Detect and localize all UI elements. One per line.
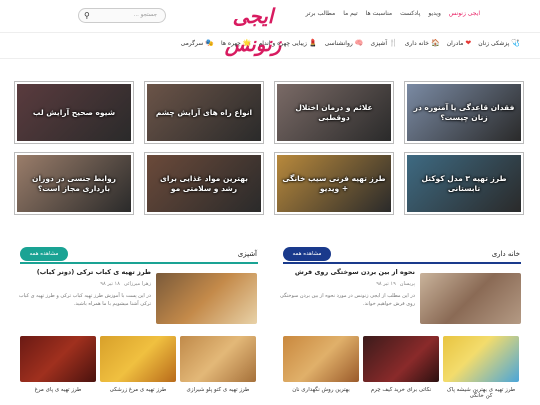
- thumbnail-caption[interactable]: طرز تهیه ی پای مرغ: [20, 387, 96, 393]
- author-label: زهرا میرزائی: [123, 281, 151, 287]
- category-label: آشپزی: [370, 39, 387, 47]
- divider: [0, 32, 540, 33]
- top-nav-item[interactable]: تیم ما: [343, 10, 357, 17]
- thumbnail-caption[interactable]: بهترین روش نگهداری نان: [283, 387, 359, 393]
- top-nav-item[interactable]: ویدیو: [428, 10, 441, 17]
- brain-icon: 🧠: [354, 39, 364, 47]
- tile-title: فقدان قاعدگی یا آمنوره در زنان چیست؟: [413, 102, 515, 122]
- thumbnail-caption[interactable]: طرز تهیه ی بهترین شیشه پاک کن خانگی: [443, 387, 519, 399]
- category-label: پزشکی زنان: [478, 39, 510, 47]
- thumbnail-caption[interactable]: طرز تهیه ی مرغ زرشکی: [100, 387, 176, 393]
- view-all-housekeeping-button[interactable]: مشاهده همه: [283, 247, 331, 261]
- post-thumbnail[interactable]: [180, 336, 256, 382]
- section-title-cooking[interactable]: آشپزی: [238, 250, 257, 258]
- search-box[interactable]: جستجو ... ⚲: [78, 8, 166, 23]
- category-label: زیبایی چهره و اندام: [258, 39, 307, 47]
- category-label: خانه داری: [404, 39, 429, 47]
- post-thumbnail[interactable]: [363, 336, 439, 382]
- featured-tile[interactable]: فقدان قاعدگی یا آمنوره در زنان چیست؟: [404, 81, 524, 144]
- lipstick-icon: 💄: [308, 39, 318, 47]
- cutlery-icon: 🍴: [388, 39, 398, 47]
- category-item-women-health[interactable]: 🩺 پزشکی زنان: [478, 39, 520, 47]
- section-underline: [20, 262, 258, 264]
- category-item-fun[interactable]: 🎭 سرگرمی: [181, 39, 214, 47]
- featured-tile[interactable]: روابط جنسی در دوران بارداری مجاز است؟: [14, 152, 134, 215]
- date-label: ۱۹ تیر ۹۸: [376, 281, 396, 287]
- author-label: پریسان: [399, 281, 415, 287]
- featured-tile[interactable]: علائم و درمان اختلال دوقطبی: [274, 81, 394, 144]
- site-logo[interactable]: ایجی زنونس: [218, 2, 288, 56]
- tile-title: علائم و درمان اختلال دوقطبی: [295, 102, 373, 122]
- thumbnail-caption[interactable]: طرز تهیه ی کتو پلو شیرازی: [180, 387, 256, 393]
- heart-icon: ❤: [465, 39, 472, 47]
- post-meta: زهرا میرزائی ۱۸ تیر ۹۸: [100, 281, 151, 287]
- category-item-psychology[interactable]: 🧠 روانشناسی: [325, 39, 364, 47]
- featured-tile[interactable]: انواع راه های آرایش چشم: [144, 81, 264, 144]
- category-label: مادران: [446, 39, 464, 47]
- tile-title: روابط جنسی در دوران بارداری مجاز است؟: [32, 173, 116, 193]
- section-underline: [283, 262, 521, 264]
- category-label: چهره ها: [221, 39, 241, 47]
- top-nav-item[interactable]: مناسبت ها: [366, 10, 392, 17]
- category-label: روانشناسی: [324, 39, 353, 47]
- house-icon: 🏠: [430, 39, 440, 47]
- search-input[interactable]: جستجو ...: [134, 12, 157, 18]
- tile-title: شیوه صحیح آرایش لب: [32, 107, 116, 117]
- featured-image-kebab[interactable]: [156, 273, 257, 324]
- tile-title: طرز تهیه فرنی سیب خانگی + ویدیو: [282, 173, 386, 193]
- post-thumbnail[interactable]: [283, 336, 359, 382]
- featured-tile[interactable]: طرز تهیه فرنی سیب خانگی + ویدیو: [274, 152, 394, 215]
- featured-title[interactable]: نحوه از بین بردن سوختگی روی فرش: [295, 268, 415, 276]
- top-nav-item[interactable]: مطالب برتر: [306, 10, 336, 17]
- divider: [0, 58, 540, 59]
- stethoscope-icon: 🩺: [511, 39, 520, 47]
- category-item-housekeeping[interactable]: 🏠 خانه داری: [405, 39, 440, 47]
- featured-tile[interactable]: بهترین مواد غذایی برای رشد و سلامتی مو: [144, 152, 264, 215]
- masks-icon: 🎭: [205, 39, 215, 47]
- post-thumbnail[interactable]: [100, 336, 176, 382]
- thumbnail-caption[interactable]: نکاتی برای خرید کیف چرم: [363, 387, 439, 393]
- date-label: ۱۸ تیر ۹۸: [100, 281, 120, 287]
- featured-image-carpet[interactable]: [420, 273, 521, 324]
- category-item-mothers[interactable]: ❤ مادران: [447, 39, 472, 47]
- search-icon[interactable]: ⚲: [84, 11, 90, 20]
- category-nav: 🩺 پزشکی زنان ❤ مادران 🏠 خانه داری 🍴 آشپزی 🧠 ر…: [181, 39, 520, 47]
- featured-tile[interactable]: شیوه صحیح آرایش لب: [14, 81, 134, 144]
- category-item-beauty[interactable]: 💄 زیبایی چهره و اندام: [259, 39, 318, 47]
- section-title-housekeeping[interactable]: خانه داری: [492, 250, 520, 258]
- category-item-celebrities[interactable]: 🌟 چهره ها: [221, 39, 252, 47]
- post-thumbnail[interactable]: [443, 336, 519, 382]
- featured-title[interactable]: طرز تهیه ی کباب ترکی (دونر کباب): [37, 268, 151, 276]
- category-label: سرگرمی: [180, 39, 204, 47]
- top-nav-item[interactable]: پادکست: [400, 10, 420, 17]
- top-nav: ایجی زنونس ویدیو پادکست مناسبت ها تیم ما…: [306, 10, 480, 17]
- post-meta: پریسان ۱۹ تیر ۹۸: [376, 281, 415, 287]
- star-icon: 🌟: [242, 39, 252, 47]
- post-thumbnail[interactable]: [20, 336, 96, 382]
- tile-title: طرز تهیه ۳ مدل کوکتل تابستانی: [421, 173, 507, 193]
- featured-grid: فقدان قاعدگی یا آمنوره در زنان چیست؟ علا…: [14, 80, 525, 217]
- tile-title: انواع راه های آرایش چشم: [155, 107, 253, 117]
- view-all-cooking-button[interactable]: مشاهده همه: [20, 247, 68, 261]
- post-excerpt: در این پست با آموزش طرز تهیه کباب ترکی و…: [18, 293, 151, 307]
- top-nav-item[interactable]: ایجی زنونس: [449, 10, 480, 17]
- tile-title: بهترین مواد غذایی برای رشد و سلامتی مو: [159, 173, 248, 193]
- post-excerpt: در این مطلب از ایجی زنونس در مورد نحوه ا…: [279, 293, 415, 307]
- category-item-cooking[interactable]: 🍴 آشپزی: [370, 39, 397, 47]
- featured-tile[interactable]: طرز تهیه ۳ مدل کوکتل تابستانی: [404, 152, 524, 215]
